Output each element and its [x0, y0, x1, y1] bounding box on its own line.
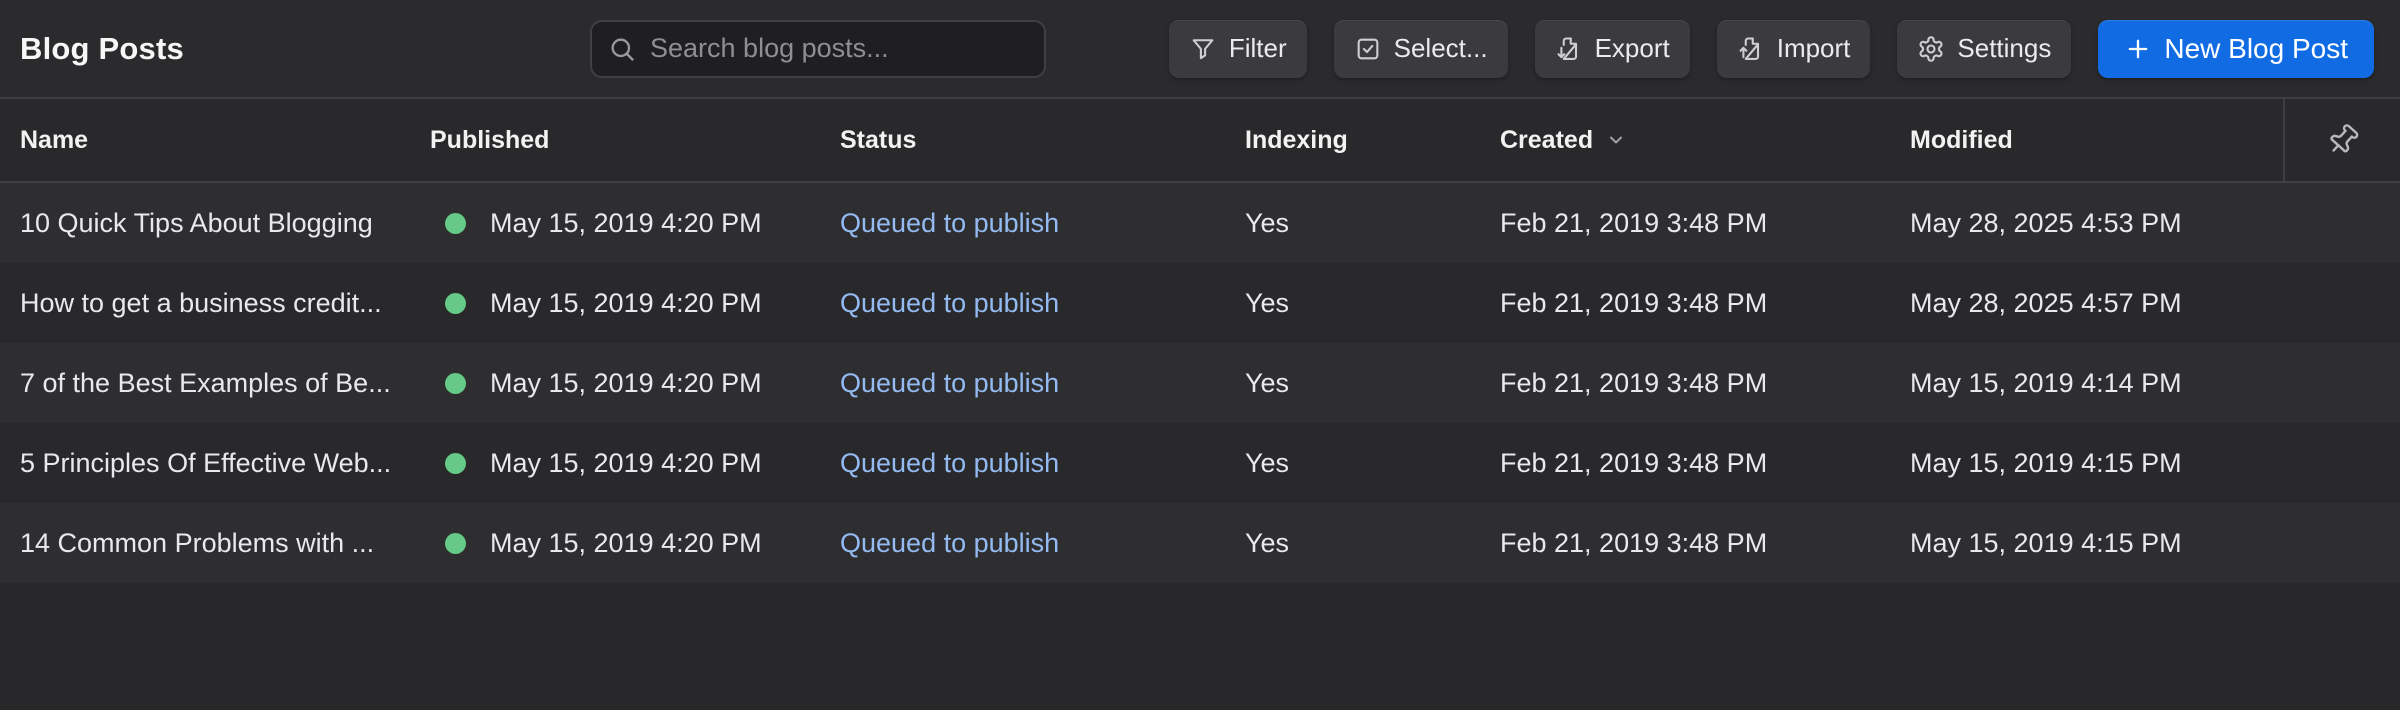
new-blog-post-button[interactable]: New Blog Post: [2098, 19, 2374, 78]
toolbar-actions: Filter Select... Export Import Settings …: [1168, 19, 2374, 78]
published-date: May 15, 2019 4:20 PM: [490, 367, 762, 398]
cell-modified: May 15, 2019 4:15 PM: [1910, 447, 2182, 478]
page-title: Blog Posts: [20, 30, 184, 66]
chevron-down-icon: [1610, 136, 1623, 144]
table-body: 10 Quick Tips About Blogging May 15, 201…: [0, 183, 2400, 583]
filter-button[interactable]: Filter: [1168, 19, 1307, 78]
table-header-row: Name Published Status Indexing Created M…: [0, 99, 2400, 183]
select-button-label: Select...: [1393, 33, 1488, 63]
table-row[interactable]: 14 Common Problems with ... May 15, 2019…: [0, 503, 2400, 583]
import-icon: [1739, 36, 1759, 60]
cell-name: 10 Quick Tips About Blogging: [20, 207, 373, 238]
status-link[interactable]: Queued to publish: [840, 528, 1059, 558]
search-input[interactable]: [590, 19, 1046, 78]
cell-created: Feb 21, 2019 3:48 PM: [1500, 447, 1768, 478]
table-row[interactable]: 7 of the Best Examples of Be... May 15, …: [0, 343, 2400, 423]
gear-icon: [1919, 35, 1943, 62]
cell-status: Queued to publish: [840, 368, 1245, 399]
top-bar: Blog Posts Filter Select...: [0, 0, 2400, 99]
pin-icon: [2329, 124, 2358, 153]
column-header-published[interactable]: Published: [430, 99, 840, 181]
cell-indexing: Yes: [1245, 447, 1290, 478]
cell-name: 7 of the Best Examples of Be...: [20, 367, 391, 398]
cell-status: Queued to publish: [840, 208, 1245, 239]
filter-icon: [1192, 38, 1214, 59]
cell-name: How to get a business credit...: [20, 287, 382, 318]
column-header-indexing[interactable]: Indexing: [1245, 99, 1500, 181]
search-icon: [611, 38, 634, 61]
column-header-name[interactable]: Name: [0, 99, 430, 181]
cell-status: Queued to publish: [840, 528, 1245, 559]
published-date: May 15, 2019 4:20 PM: [490, 287, 762, 318]
cell-name: 14 Common Problems with ...: [20, 527, 375, 558]
import-button-label: Import: [1776, 33, 1851, 63]
new-blog-post-label: New Blog Post: [2164, 32, 2348, 64]
cell-status: Queued to publish: [840, 448, 1245, 479]
cell-status: Queued to publish: [840, 288, 1245, 319]
cell-published: May 15, 2019 4:20 PM: [430, 448, 840, 479]
settings-button-label: Settings: [1957, 33, 2052, 63]
import-button[interactable]: Import: [1716, 19, 1871, 78]
cell-published: May 15, 2019 4:20 PM: [430, 528, 840, 559]
published-status-dot: [445, 212, 466, 234]
status-link[interactable]: Queued to publish: [840, 368, 1059, 398]
column-header-status[interactable]: Status: [840, 99, 1245, 181]
cell-modified: May 28, 2025 4:57 PM: [1910, 287, 2182, 318]
table-row[interactable]: How to get a business credit... May 15, …: [0, 263, 2400, 343]
published-status-dot: [445, 372, 466, 394]
column-header-pin[interactable]: [2283, 99, 2400, 181]
cell-indexing: Yes: [1245, 287, 1290, 318]
column-header-created[interactable]: Created: [1500, 99, 1910, 181]
filter-button-label: Filter: [1228, 33, 1287, 63]
cell-published: May 15, 2019 4:20 PM: [430, 368, 840, 399]
cell-published: May 15, 2019 4:20 PM: [430, 288, 840, 319]
table-row[interactable]: 10 Quick Tips About Blogging May 15, 201…: [0, 183, 2400, 263]
export-button[interactable]: Export: [1534, 19, 1690, 78]
export-icon: [1557, 36, 1577, 60]
published-status-dot: [445, 532, 466, 554]
status-link[interactable]: Queued to publish: [840, 288, 1059, 318]
published-date: May 15, 2019 4:20 PM: [490, 207, 762, 238]
cell-published: May 15, 2019 4:20 PM: [430, 208, 840, 239]
column-header-modified[interactable]: Modified: [1910, 99, 2283, 181]
checkbox-icon: [1357, 38, 1379, 59]
cell-created: Feb 21, 2019 3:48 PM: [1500, 207, 1768, 238]
cell-indexing: Yes: [1245, 367, 1290, 398]
published-status-dot: [445, 452, 466, 474]
cell-modified: May 28, 2025 4:53 PM: [1910, 207, 2182, 238]
cell-created: Feb 21, 2019 3:48 PM: [1500, 527, 1768, 558]
cell-created: Feb 21, 2019 3:48 PM: [1500, 287, 1768, 318]
cell-modified: May 15, 2019 4:14 PM: [1910, 367, 2182, 398]
select-button[interactable]: Select...: [1333, 19, 1508, 78]
cell-modified: May 15, 2019 4:15 PM: [1910, 527, 2182, 558]
table-row[interactable]: 5 Principles Of Effective Web... May 15,…: [0, 423, 2400, 503]
published-status-dot: [445, 292, 466, 314]
search-box: [590, 19, 1046, 78]
plus-icon: [2129, 39, 2148, 58]
cell-name: 5 Principles Of Effective Web...: [20, 447, 392, 478]
export-button-label: Export: [1594, 33, 1670, 63]
published-date: May 15, 2019 4:20 PM: [490, 527, 762, 558]
cell-indexing: Yes: [1245, 207, 1290, 238]
cell-created: Feb 21, 2019 3:48 PM: [1500, 367, 1768, 398]
published-date: May 15, 2019 4:20 PM: [490, 447, 762, 478]
status-link[interactable]: Queued to publish: [840, 208, 1059, 238]
column-header-created-label: Created: [1500, 125, 1594, 154]
settings-button[interactable]: Settings: [1897, 19, 2072, 78]
status-link[interactable]: Queued to publish: [840, 448, 1059, 478]
cell-indexing: Yes: [1245, 527, 1290, 558]
